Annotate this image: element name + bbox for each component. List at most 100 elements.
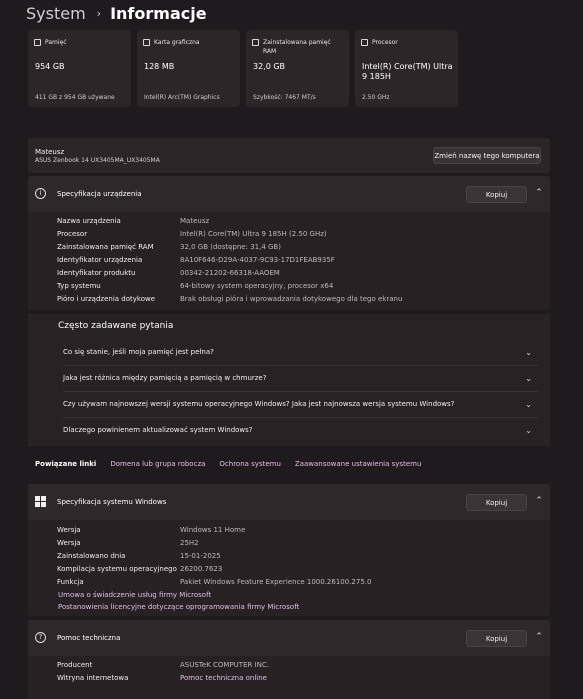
spec-key: Zainstalowano dnia [57, 551, 126, 560]
processor-icon [361, 39, 368, 46]
device-spec-body: Nazwa urządzenia Mateusz Procesor Intel(R)… [28, 212, 550, 310]
faq-item[interactable]: Jaka jest różnica między pamięcią a pami… [36, 366, 544, 390]
windows-spec-header[interactable]: Specyfikacja systemu Windows Kopiuj ⌃ [28, 484, 550, 520]
spec-key: Nazwa urządzenia [57, 216, 121, 225]
chevron-up-icon[interactable]: ⌃ [533, 496, 545, 506]
spec-key: Producent [57, 660, 93, 669]
card-label: Procesor [372, 39, 398, 46]
support-website-link[interactable]: Pomoc techniczna online [180, 674, 267, 682]
faq-item[interactable]: Czy używam najnowszej wersji systemu ope… [36, 392, 544, 416]
faq-question: Jaka jest różnica między pamięcią a pami… [63, 374, 267, 382]
spec-row: Witryna internetowa Pomoc techniczna onli… [57, 671, 269, 684]
summary-cards: Pamięć 954 GB 411 GB z 954 GB używane Ka… [28, 30, 458, 107]
card-value: 954 GB [35, 62, 65, 71]
spec-value: 00342-21202-66318-AAOEM [180, 268, 280, 277]
spec-key: Identyfikator urządzenia [57, 255, 143, 264]
related-links-label: Powiązane linki [35, 460, 97, 468]
copy-button[interactable]: Kopiuj [466, 494, 527, 511]
card-sub: Szybkość: 7467 MT/s [253, 94, 316, 101]
spec-key: Kompilacja systemu operacyjnego [57, 564, 177, 573]
windows-logo-icon [35, 496, 46, 507]
chevron-down-icon: ⌄ [525, 373, 532, 383]
windows-spec-rows: Wersja Windows 11 Home Wersja 25H2 Zainsta… [57, 523, 371, 588]
support-header[interactable]: ? Pomoc techniczna Kopiuj ⌃ [28, 620, 550, 656]
windows-spec-body: Wersja Windows 11 Home Wersja 25H2 Zainsta… [28, 520, 550, 616]
card-value: 32,0 GB [253, 62, 286, 71]
faq-item[interactable]: Co się stanie, jeśli moja pamięć jest pe… [36, 340, 544, 364]
faq-question: Dlaczego powinienem aktualizować system … [63, 426, 253, 434]
link-advanced-system-settings[interactable]: Zaawansowane ustawienia systemu [295, 460, 421, 468]
device-spec-rows: Nazwa urządzenia Mateusz Procesor Intel(R)… [57, 214, 402, 305]
spec-row: Wersja 25H2 [57, 536, 371, 549]
chevron-down-icon: ⌄ [525, 399, 532, 409]
device-model: ASUS Zenbook 14 UX3405MA_UX3405MA [35, 157, 160, 164]
spec-row: Zainstalowana pamięć RAM 32,0 GB (dostępn… [57, 240, 402, 253]
spec-row: Pióro i urządzenia dotykowe Brak obsługi … [57, 292, 402, 305]
card-graphics: Karta graficzna 128 MB Intel(R) Arc(TM) … [137, 30, 240, 107]
device-spec-header[interactable]: i Specyfikacja urządzenia Kopiuj ⌃ [28, 176, 550, 212]
spec-value: 64-bitowy system operacyjny, procesor x6… [180, 281, 334, 290]
faq-title: Często zadawane pytania [58, 321, 174, 331]
link-system-protection[interactable]: Ochrona systemu [219, 460, 281, 468]
spec-value: 8A10F646-D29A-4037-9C93-17D1FEAB935F [180, 255, 335, 264]
chevron-down-icon: ⌄ [525, 425, 532, 435]
breadcrumb: System › Informacje [26, 2, 207, 24]
breadcrumb-system[interactable]: System [26, 4, 86, 23]
card-processor: Procesor Intel(R) Core(TM) Ultra 9 185H … [355, 30, 458, 107]
link-microsoft-services-agreement[interactable]: Umowa o świadczenie usług firmy Microsof… [58, 591, 211, 599]
faq-question: Co się stanie, jeśli moja pamięć jest pe… [63, 348, 214, 356]
spec-value: 32,0 GB (dostępne: 31,4 GB) [180, 242, 281, 251]
rename-pc-button[interactable]: Zmień nazwę tego komputera [433, 147, 541, 164]
spec-value: 15-01-2025 [180, 551, 221, 560]
spec-value: Windows 11 Home [180, 525, 246, 534]
spec-value: Mateusz [180, 216, 210, 225]
chevron-right-icon: › [96, 6, 102, 20]
card-label: Pamięć [45, 39, 67, 46]
faq-question: Czy używam najnowszej wersji systemu ope… [63, 400, 455, 408]
spec-value: Pakiet Windows Feature Experience 1000.2… [180, 577, 372, 586]
card-ram: Zainstalowana pamięć RAM 32,0 GB Szybkoś… [246, 30, 349, 107]
spec-key: Identyfikator produktu [57, 268, 136, 277]
spec-key: Wersja [57, 525, 81, 534]
spec-key: Wersja [57, 538, 81, 547]
support-rows: Producent ASUSTeK COMPUTER INC. Witryna i… [57, 658, 269, 684]
spec-row: Identyfikator urządzenia 8A10F646-D29A-40… [57, 253, 402, 266]
spec-row: Zainstalowano dnia 15-01-2025 [57, 549, 371, 562]
card-sub: Intel(R) Arc(TM) Graphics [144, 94, 220, 101]
page-title: Informacje [110, 3, 207, 23]
card-sub: 411 GB z 954 GB używane [35, 94, 115, 101]
chevron-up-icon[interactable]: ⌃ [533, 188, 545, 198]
copy-button[interactable]: Kopiuj [466, 186, 527, 203]
spec-value: 26200.7623 [180, 564, 223, 573]
spec-key: Procesor [57, 229, 88, 238]
graphics-card-icon [143, 39, 150, 46]
card-value: Intel(R) Core(TM) Ultra 9 185H [362, 62, 453, 81]
spec-row: Nazwa urządzenia Mateusz [57, 214, 402, 227]
spec-key: Zainstalowana pamięć RAM [57, 242, 154, 251]
storage-icon [34, 39, 41, 46]
spec-row: Identyfikator produktu 00342-21202-66318-… [57, 266, 402, 279]
device-name-bar: Mateusz ASUS Zenbook 14 UX3405MA_UX3405M… [28, 138, 550, 173]
card-label: Zainstalowana pamięć RAM [263, 39, 331, 55]
chevron-down-icon: ⌄ [525, 347, 532, 357]
device-spec-title: Specyfikacja urządzenia [57, 190, 142, 198]
related-links: Powiązane linki Domena lub grupa robocza… [35, 460, 435, 468]
support-body: Producent ASUSTeK COMPUTER INC. Witryna i… [28, 656, 550, 699]
spec-row: Wersja Windows 11 Home [57, 523, 371, 536]
spec-value: Intel(R) Core(TM) Ultra 9 185H (2.50 GHz… [180, 229, 327, 238]
card-label: Karta graficzna [154, 39, 200, 46]
link-domain-workgroup[interactable]: Domena lub grupa robocza [110, 460, 205, 468]
link-microsoft-license-terms[interactable]: Postanowienia licencyjne dotyczące oprog… [58, 603, 299, 611]
chevron-up-icon[interactable]: ⌃ [533, 632, 545, 642]
faq-item[interactable]: Dlaczego powinienem aktualizować system … [36, 418, 544, 442]
help-icon: ? [35, 632, 46, 643]
spec-value: Brak obsługi pióra i wprowadzania dotyko… [180, 294, 403, 303]
card-value: 128 MB [144, 62, 175, 71]
copy-button[interactable]: Kopiuj [466, 630, 527, 647]
spec-key: Funkcja [57, 577, 84, 586]
faq-section: Często zadawane pytania Co się stanie, j… [28, 314, 550, 446]
support-title: Pomoc techniczna [57, 634, 121, 642]
spec-row: Producent ASUSTeK COMPUTER INC. [57, 658, 269, 671]
card-storage: Pamięć 954 GB 411 GB z 954 GB używane [28, 30, 131, 107]
spec-row: Funkcja Pakiet Windows Feature Experience… [57, 575, 371, 588]
